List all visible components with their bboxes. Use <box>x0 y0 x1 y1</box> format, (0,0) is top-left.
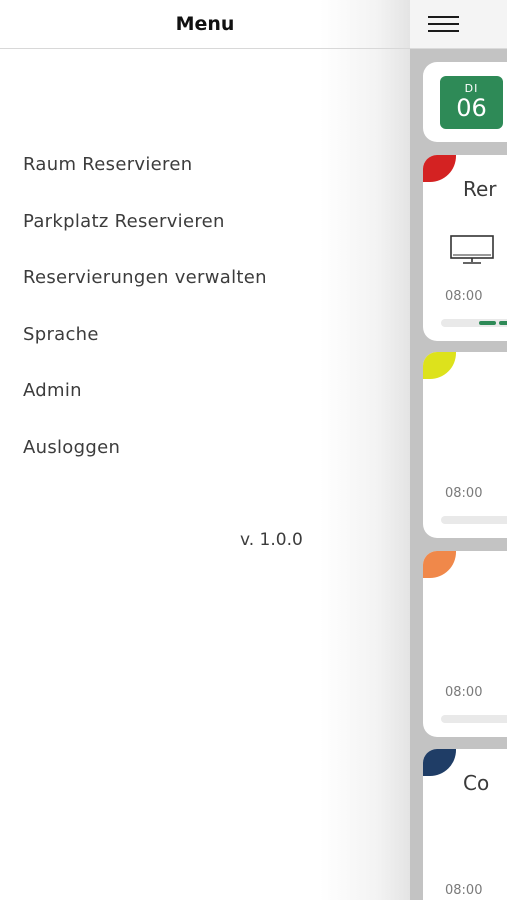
drawer-title: Menu <box>175 13 235 35</box>
menu-item-ausloggen[interactable]: Ausloggen <box>23 437 120 458</box>
room-color-tag <box>423 749 456 776</box>
start-time: 08:00 <box>445 289 483 304</box>
menu-item-sprache[interactable]: Sprache <box>23 324 99 345</box>
room-color-tag <box>423 155 456 182</box>
room-card[interactable]: Rer 08:00 <box>423 155 507 341</box>
room-card[interactable]: 08:00 <box>423 551 507 737</box>
selected-date-badge[interactable]: DI 06 <box>440 76 503 129</box>
menu-item-admin[interactable]: Admin <box>23 380 82 401</box>
room-color-tag <box>423 551 456 578</box>
drawer-header: Menu <box>0 0 410 49</box>
date-selector[interactable]: DI 06 <box>423 62 507 142</box>
room-color-tag <box>423 352 456 379</box>
room-card[interactable]: Co 08:00 <box>423 749 507 900</box>
app-version: v. 1.0.0 <box>240 530 303 550</box>
room-card[interactable]: 08:00 <box>423 352 507 538</box>
start-time: 08:00 <box>445 883 483 898</box>
start-time: 08:00 <box>445 685 483 700</box>
availability-timeline <box>441 516 507 524</box>
background-app: DI 06 Rer 08:00 08:00 08:00 Co 08:00 <box>410 0 507 900</box>
room-name: Rer <box>463 177 497 201</box>
timeline-booked-segment <box>479 321 496 325</box>
app-topbar <box>410 0 507 49</box>
timeline-booked-segment <box>499 321 507 325</box>
room-name: Co <box>463 771 490 795</box>
availability-timeline <box>441 715 507 723</box>
start-time: 08:00 <box>445 486 483 501</box>
menu-item-reservierungen-verwalten[interactable]: Reservierungen verwalten <box>23 267 267 288</box>
hamburger-menu-icon[interactable] <box>428 16 459 33</box>
screen-icon <box>450 235 494 264</box>
menu-item-raum-reservieren[interactable]: Raum Reservieren <box>23 154 192 175</box>
menu-item-parkplatz-reservieren[interactable]: Parkplatz Reservieren <box>23 211 225 232</box>
navigation-drawer: Menu Raum Reservieren Parkplatz Reservie… <box>0 0 410 900</box>
day-number: 06 <box>456 94 487 122</box>
availability-timeline <box>441 319 507 327</box>
